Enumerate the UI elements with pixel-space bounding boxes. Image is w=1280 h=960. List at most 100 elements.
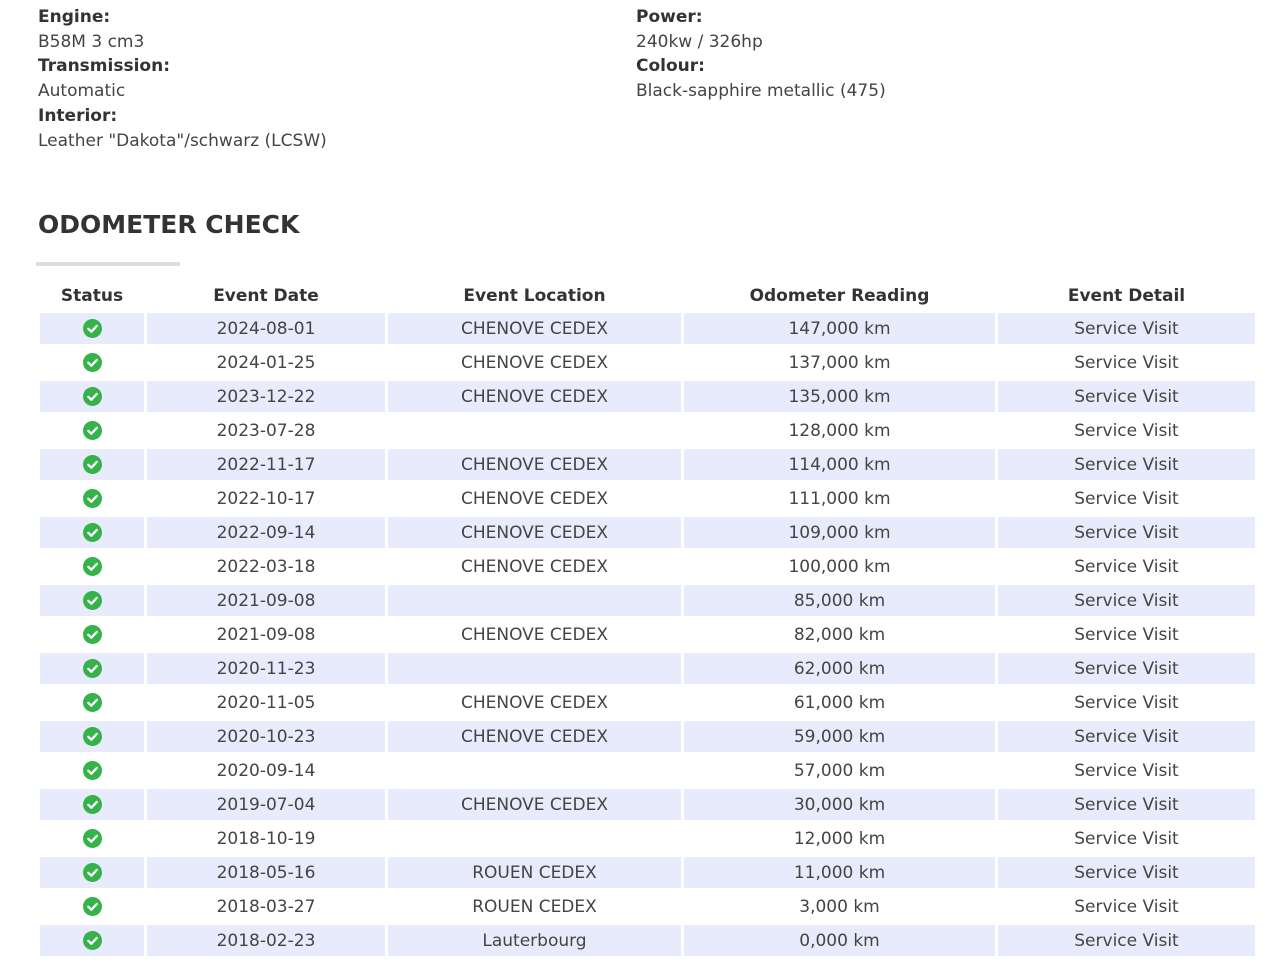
status-cell: [40, 449, 144, 480]
event-date-cell: 2018-03-27: [216, 896, 316, 917]
check-circle-icon: [82, 931, 102, 950]
odometer-reading-cell: 12,000 km: [793, 828, 886, 849]
table-row: 2020-09-14 57,000 km Service Visit: [40, 755, 1255, 786]
section-title: ODOMETER CHECK: [38, 210, 300, 239]
status-cell: [40, 517, 144, 548]
event-location-cell: [388, 415, 681, 446]
odometer-reading-cell: 59,000 km: [684, 721, 995, 752]
column-header-status: Status: [60, 286, 124, 306]
spec-transmission: Transmission: Automatic: [38, 54, 636, 103]
status-cell: [40, 721, 144, 752]
check-circle-icon: [82, 829, 102, 848]
event-location-cell: CHENOVE CEDEX: [388, 381, 681, 412]
event-detail-cell: Service Visit: [1074, 760, 1179, 781]
event-location-cell: CHENOVE CEDEX: [460, 556, 609, 577]
check-circle-icon: [82, 863, 102, 882]
event-date-cell: 2024-08-01: [147, 313, 385, 344]
event-location-cell: CHENOVE CEDEX: [388, 789, 681, 820]
page: Engine: B58M 3 cm3 Transmission: Automat…: [0, 0, 1280, 960]
table-row: 2021-09-08 85,000 km Service Visit: [40, 585, 1255, 616]
column-header-event-detail: Event Detail: [1067, 286, 1186, 306]
column-header-event-location: Event Location: [463, 286, 606, 306]
table-row: 2024-01-25 CHENOVE CEDEX 137,000 km Serv…: [40, 347, 1255, 378]
status-cell: [40, 755, 144, 786]
event-date-cell: 2023-12-22: [147, 381, 385, 412]
spec-label: Power:: [636, 7, 703, 27]
check-circle-icon: [82, 353, 102, 372]
table-row: 2020-10-23 CHENOVE CEDEX 59,000 km Servi…: [40, 721, 1255, 752]
spec-value: B58M 3 cm3: [38, 31, 145, 52]
event-date-cell: 2018-10-19: [216, 828, 316, 849]
event-date-cell: 2019-07-04: [147, 789, 385, 820]
table-row: 2022-11-17 CHENOVE CEDEX 114,000 km Serv…: [40, 449, 1255, 480]
event-date-cell: 2020-11-05: [216, 692, 316, 713]
event-location-cell: CHENOVE CEDEX: [460, 488, 609, 509]
event-detail-cell: Service Visit: [1074, 692, 1179, 713]
table-row: 2019-07-04 CHENOVE CEDEX 30,000 km Servi…: [40, 789, 1255, 820]
event-date-cell: 2022-11-17: [147, 449, 385, 480]
check-circle-icon: [82, 523, 102, 542]
event-detail-cell: Service Visit: [998, 857, 1255, 888]
event-location-cell: ROUEN CEDEX: [472, 896, 597, 917]
spec-label: Engine:: [38, 7, 111, 27]
spec-value: Black-sapphire metallic (475): [636, 81, 886, 102]
spec-interior: Interior: Leather "Dakota"/schwarz (LCSW…: [38, 104, 636, 153]
status-cell: [40, 687, 144, 718]
event-location-cell: CHENOVE CEDEX: [388, 721, 681, 752]
table-row: 2023-07-28 128,000 km Service Visit: [40, 415, 1255, 446]
table-row: 2018-05-16 ROUEN CEDEX 11,000 km Service…: [40, 857, 1255, 888]
event-location-cell: CHENOVE CEDEX: [388, 449, 681, 480]
check-circle-icon: [82, 591, 102, 610]
spec-label: Colour:: [636, 56, 705, 77]
event-location-cell: [388, 585, 681, 616]
spec-colour: Colour: Black-sapphire metallic (475): [636, 54, 1236, 103]
event-date-cell: 2018-05-16: [147, 857, 385, 888]
odometer-reading-cell: 11,000 km: [684, 857, 995, 888]
status-cell: [40, 925, 144, 956]
odometer-reading-cell: 62,000 km: [684, 653, 995, 684]
table-row: 2024-08-01 CHENOVE CEDEX 147,000 km Serv…: [40, 313, 1255, 344]
event-location-cell: CHENOVE CEDEX: [388, 517, 681, 548]
table-row: 2018-03-27 ROUEN CEDEX 3,000 km Service …: [40, 891, 1255, 922]
check-circle-icon: [82, 693, 102, 712]
vehicle-specs: Engine: B58M 3 cm3 Transmission: Automat…: [38, 5, 1236, 153]
spec-value: Automatic: [38, 81, 126, 102]
event-date-cell: 2022-09-14: [147, 517, 385, 548]
odometer-reading-cell: 0,000 km: [684, 925, 995, 956]
check-circle-icon: [82, 625, 102, 644]
table-row: 2020-11-05 CHENOVE CEDEX 61,000 km Servi…: [40, 687, 1255, 718]
event-location-cell: CHENOVE CEDEX: [460, 692, 609, 713]
odometer-reading-cell: 111,000 km: [788, 488, 891, 509]
table-row: 2020-11-23 62,000 km Service Visit: [40, 653, 1255, 684]
event-date-cell: 2018-02-23: [147, 925, 385, 956]
event-date-cell: 2024-01-25: [216, 352, 316, 373]
check-circle-icon: [82, 455, 102, 474]
event-detail-cell: Service Visit: [1074, 896, 1179, 917]
check-circle-icon: [82, 659, 102, 678]
status-cell: [40, 347, 144, 378]
check-circle-icon: [82, 319, 102, 338]
event-detail-cell: Service Visit: [1074, 420, 1179, 441]
event-date-cell: 2020-11-23: [147, 653, 385, 684]
table-row: 2022-03-18 CHENOVE CEDEX 100,000 km Serv…: [40, 551, 1255, 582]
odometer-reading-cell: 100,000 km: [788, 556, 891, 577]
odometer-reading-cell: 137,000 km: [788, 352, 891, 373]
status-cell: [40, 381, 144, 412]
event-date-cell: 2022-10-17: [216, 488, 316, 509]
table-row: 2022-10-17 CHENOVE CEDEX 111,000 km Serv…: [40, 483, 1255, 514]
odometer-reading-cell: 57,000 km: [793, 760, 886, 781]
status-cell: [40, 789, 144, 820]
status-cell: [40, 585, 144, 616]
event-date-cell: 2023-07-28: [216, 420, 316, 441]
event-date-cell: 2021-09-08: [216, 624, 316, 645]
odometer-reading-cell: 30,000 km: [684, 789, 995, 820]
event-location-cell: CHENOVE CEDEX: [460, 352, 609, 373]
title-underline: [36, 262, 180, 266]
event-detail-cell: Service Visit: [998, 381, 1255, 412]
spec-value: 240kw / 326hp: [636, 31, 763, 52]
status-cell: [40, 619, 144, 650]
spec-engine: Engine: B58M 3 cm3: [38, 5, 636, 54]
event-location-cell: ROUEN CEDEX: [388, 857, 681, 888]
event-location-cell: CHENOVE CEDEX: [388, 313, 681, 344]
event-date-cell: 2021-09-08: [147, 585, 385, 616]
